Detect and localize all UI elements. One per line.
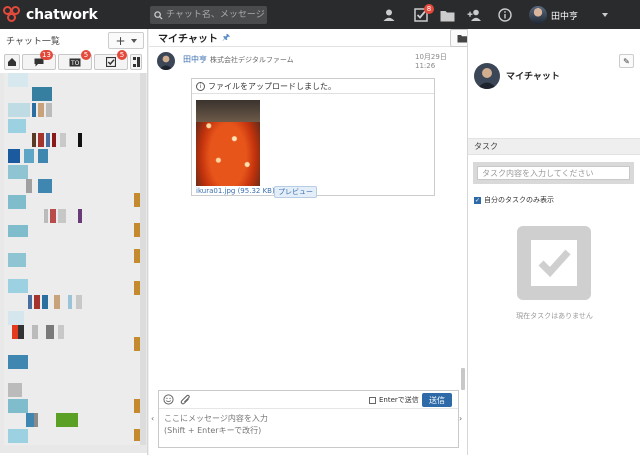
- collapse-left-arrow-icon[interactable]: ‹: [151, 414, 154, 423]
- room-avatar[interactable]: [474, 63, 500, 89]
- pin-icon[interactable]: 🖈: [222, 30, 230, 46]
- task-button[interactable]: 8: [412, 4, 434, 24]
- pencil-icon: ✎: [623, 56, 630, 66]
- enter-to-send-label: Enterで送信: [379, 396, 419, 404]
- brand-name: chatwork: [26, 7, 98, 23]
- image-thumbnail[interactable]: [196, 100, 260, 186]
- chat-room-panel: マイチャット 🖈 田中亨 株式会社デジタルファーム 10月29日 11:26 i…: [149, 29, 467, 455]
- chat-list-panel: チャット一覧 + 13 TO 5 5: [0, 29, 148, 455]
- task-input-wrapper: [473, 162, 634, 184]
- add-chat-label: +: [115, 33, 126, 48]
- info-icon: i: [196, 81, 205, 91]
- filter-mention[interactable]: 13: [22, 50, 56, 70]
- empty-task-check-icon: [517, 226, 591, 300]
- chatwork-logo[interactable]: chatwork: [3, 6, 98, 24]
- task-section-title: タスク: [474, 142, 498, 151]
- user-menu[interactable]: 田中亨: [529, 4, 609, 26]
- task-badge: 8: [424, 4, 434, 14]
- svg-text:TO: TO: [70, 60, 80, 67]
- message-timeline: 田中亨 株式会社デジタルファーム 10月29日 11:26 i ファイルをアップ…: [149, 48, 467, 386]
- send-button[interactable]: 送信: [422, 393, 452, 407]
- chevron-down-icon: [602, 13, 609, 17]
- room-info-section: マイチャット ✎: [468, 29, 640, 139]
- chat-room-list[interactable]: [0, 73, 147, 453]
- preview-button[interactable]: プレビュー: [274, 186, 317, 198]
- chatwork-logo-icon: [3, 6, 23, 24]
- mention-badge: 13: [40, 50, 53, 60]
- message-input[interactable]: [164, 413, 454, 447]
- my-tasks-only-toggle[interactable]: ✓ 自分のタスクのみ表示: [474, 195, 554, 205]
- chat-list-title: チャット一覧: [6, 36, 60, 47]
- enter-to-send-checkbox[interactable]: [369, 396, 376, 404]
- my-tasks-only-checkbox[interactable]: ✓: [474, 196, 481, 204]
- message-time: 10月29日 11:26: [415, 53, 447, 70]
- message-sender[interactable]: 田中亨: [183, 54, 207, 65]
- chat-list-scrollbar[interactable]: [140, 73, 146, 445]
- contacts-button[interactable]: [380, 6, 398, 24]
- blurred-chat-rooms: [4, 73, 140, 445]
- my-tasks-only-label: 自分のタスクのみ表示: [484, 196, 554, 204]
- user-avatar: [529, 6, 547, 24]
- user-name: 田中亨: [551, 11, 579, 22]
- folder-icon: [457, 34, 467, 42]
- top-bar: chatwork 8: [0, 0, 640, 29]
- room-title: マイチャット: [158, 34, 218, 45]
- sender-avatar[interactable]: [157, 52, 175, 70]
- search-input[interactable]: [166, 10, 267, 20]
- contacts-icon: [383, 9, 395, 21]
- folder-icon: [440, 10, 454, 21]
- room-detail-panel: マイチャット ✎ タスク ✓ 自分のタスクのみ表示 現在タスクはありません: [467, 29, 640, 455]
- list-icon: [132, 57, 140, 67]
- room-header: マイチャット 🖈: [149, 29, 467, 47]
- task-section-header[interactable]: タスク: [468, 139, 640, 155]
- file-name-link[interactable]: ikura01.jpg (95.32 KB): [196, 187, 275, 195]
- search-box[interactable]: [150, 6, 267, 24]
- filter-list-toggle[interactable]: [130, 54, 142, 70]
- search-icon: [154, 10, 163, 20]
- enter-to-send-toggle[interactable]: Enterで送信: [369, 395, 419, 405]
- no-tasks-message: 現在タスクはありません: [516, 312, 593, 320]
- message-composer: Enterで送信 送信: [158, 390, 459, 448]
- to-badge: 5: [81, 50, 91, 60]
- home-icon: [8, 58, 16, 66]
- filter-to[interactable]: TO 5: [58, 50, 92, 70]
- info-button[interactable]: [496, 6, 514, 24]
- info-icon: [498, 8, 512, 22]
- task-input[interactable]: [477, 166, 630, 180]
- room-name: マイチャット: [506, 72, 560, 82]
- attach-file-icon[interactable]: [180, 394, 191, 406]
- add-contact-icon: [467, 9, 481, 21]
- file-notice-text: ファイルをアップロードしました。: [208, 81, 336, 91]
- timeline-scrollbar[interactable]: [461, 368, 465, 390]
- task-filter-badge: 5: [117, 50, 127, 60]
- file-notice: i ファイルをアップロードしました。: [192, 79, 434, 94]
- message-organization: 株式会社デジタルファーム: [210, 56, 294, 64]
- filter-task[interactable]: 5: [94, 50, 128, 70]
- emoji-icon[interactable]: [163, 394, 174, 405]
- task-check-icon: [106, 57, 116, 67]
- file-upload-card: i ファイルをアップロードしました。 ikura01.jpg (95.32 KB…: [191, 78, 435, 198]
- collapse-right-arrow-icon[interactable]: ›: [459, 414, 462, 423]
- chat-filter-tabs: 13 TO 5 5: [4, 50, 142, 70]
- filter-home[interactable]: [4, 54, 20, 70]
- add-contact-button[interactable]: [465, 6, 483, 24]
- to-icon: TO: [69, 58, 81, 67]
- add-chat-button[interactable]: +: [108, 32, 144, 49]
- edit-room-button[interactable]: ✎: [619, 54, 634, 68]
- chevron-down-icon: [130, 38, 137, 43]
- files-button[interactable]: [438, 6, 456, 24]
